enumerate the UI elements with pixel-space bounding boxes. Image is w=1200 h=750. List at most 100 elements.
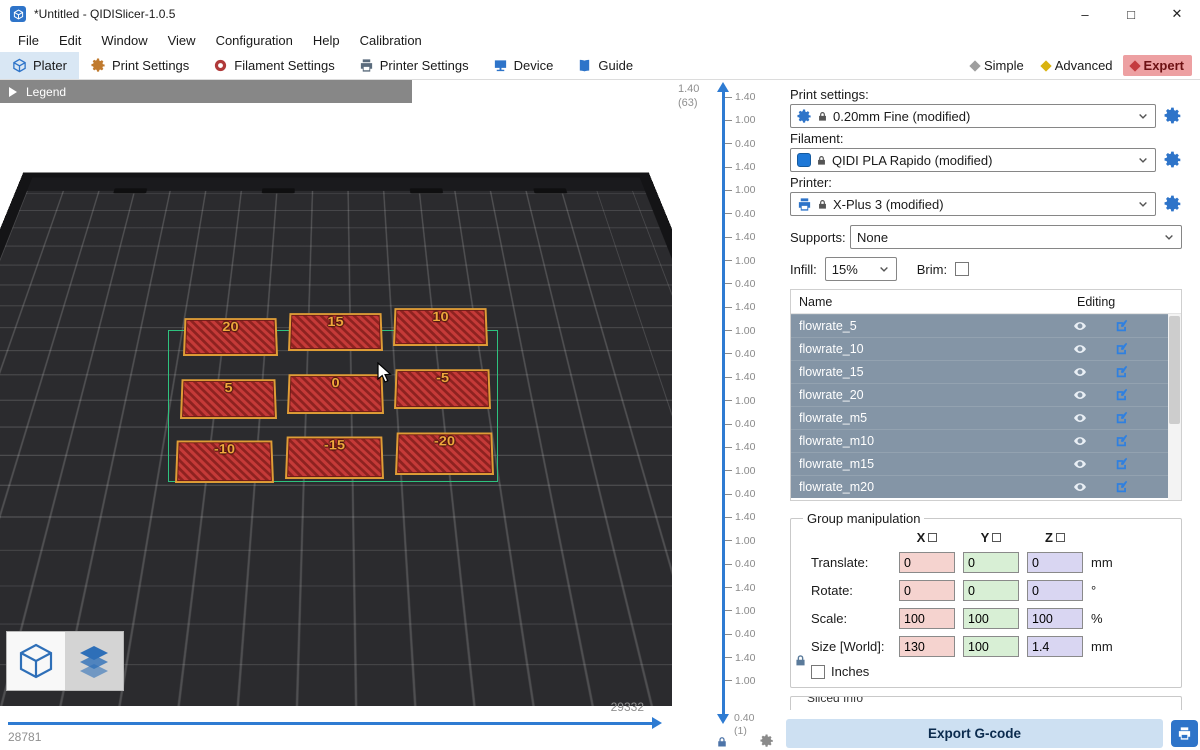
y-value-input[interactable] [963,636,1019,657]
tick-label: 1.40 [735,161,755,173]
brim-checkbox[interactable] [955,262,969,276]
menu-item[interactable]: View [158,31,206,50]
uniform-scale-lock-icon[interactable] [794,654,807,667]
infill-label: Infill: [790,262,817,277]
horizontal-slider-arrow[interactable] [652,717,662,729]
3d-viewport[interactable]: Legend 20 [0,80,672,750]
printer-combo[interactable]: X-Plus 3 (modified) [790,192,1156,216]
infill-combo[interactable]: 15% [825,257,897,281]
scrollbar-thumb[interactable] [1169,316,1180,424]
slider-lock-icon[interactable] [716,736,728,748]
tick-label: 0.40 [735,208,755,220]
3d-cube-icon [16,641,56,681]
object-name: flowrate_5 [791,319,1063,333]
menu-item[interactable]: Configuration [206,31,303,50]
x-value-input[interactable] [899,580,955,601]
mode-advanced[interactable]: Advanced [1034,55,1121,76]
object-list-row[interactable]: flowrate_5 [791,314,1181,337]
legend-bar[interactable]: Legend [0,80,412,103]
mode-simple[interactable]: Simple [963,55,1032,76]
tab-plater[interactable]: Plater [0,52,79,79]
tab-print-settings[interactable]: Print Settings [79,52,201,79]
name-column-header[interactable]: Name [791,295,1077,309]
maximize-button[interactable]: □ [1108,0,1154,28]
menu-item[interactable]: Edit [49,31,91,50]
manipulation-row-label: Translate: [799,555,891,570]
editing-column-header[interactable]: Editing [1077,295,1181,309]
layer-slider-down-arrow[interactable] [717,714,729,724]
object-list-row[interactable]: flowrate_m5 [791,406,1181,429]
infill-value: 15% [832,262,873,277]
y-value-input[interactable] [963,608,1019,629]
visibility-eye-icon[interactable] [1063,455,1097,473]
filament-combo[interactable]: QIDI PLA Rapido (modified) [790,148,1156,172]
menu-item[interactable]: Calibration [350,31,432,50]
supports-combo[interactable]: None [850,225,1182,249]
tick-mark [725,143,732,144]
x-value-input[interactable] [899,636,955,657]
object-list-scrollbar[interactable] [1168,314,1181,500]
export-gcode-button[interactable]: Export G-code [786,719,1163,748]
slider-settings-gear-icon[interactable] [760,734,774,748]
object-list-row[interactable]: flowrate_10 [791,337,1181,360]
y-axis-icon[interactable] [992,533,1001,542]
3d-editor-view-button[interactable] [7,632,65,690]
mode-expert[interactable]: Expert [1123,55,1192,76]
object-list-row[interactable]: flowrate_m15 [791,452,1181,475]
inches-checkbox[interactable] [811,665,825,679]
visibility-eye-icon[interactable] [1063,363,1097,381]
x-value-input[interactable] [899,608,955,629]
z-value-input[interactable] [1027,636,1083,657]
tick-mark [725,400,732,401]
manipulation-row-label: Size [World]: [799,639,891,654]
print-settings-combo[interactable]: 0.20mm Fine (modified) [790,104,1156,128]
tab-printer-settings[interactable]: Printer Settings [347,52,481,79]
horizontal-slider-track[interactable] [8,722,652,725]
visibility-eye-icon[interactable] [1063,432,1097,450]
preview-layers-view-button[interactable] [65,632,123,690]
x-value-input[interactable] [899,552,955,573]
minimize-button[interactable]: – [1062,0,1108,28]
print-profile-icon [797,109,812,124]
z-axis-icon[interactable] [1056,533,1065,542]
tab-label: Device [514,58,554,73]
lock-icon [817,199,828,210]
send-to-printer-button[interactable] [1171,720,1198,747]
object-list-row[interactable]: flowrate_m20 [791,475,1181,498]
menu-item[interactable]: Window [91,31,157,50]
tab-guide[interactable]: Guide [565,52,645,79]
bed-clip [262,188,295,193]
layer-slider-up-arrow[interactable] [717,82,729,92]
visibility-eye-icon[interactable] [1063,409,1097,427]
z-value-input[interactable] [1027,580,1083,601]
layer-tick: 0.40 [725,559,755,569]
upper-layer-number: (63) [678,96,699,110]
z-value-input[interactable] [1027,552,1083,573]
x-axis-icon[interactable] [928,533,937,542]
visibility-eye-icon[interactable] [1063,317,1097,335]
mode-label: Simple [984,58,1024,73]
unit-label: mm [1091,555,1117,570]
filament-gear-button[interactable] [1164,151,1182,169]
unit-label: mm [1091,639,1117,654]
visibility-eye-icon[interactable] [1063,340,1097,358]
menu-item[interactable]: Help [303,31,350,50]
tick-label: 1.00 [735,325,755,337]
menu-item[interactable]: File [8,31,49,50]
printer-gear-button[interactable] [1164,195,1182,213]
y-value-input[interactable] [963,552,1019,573]
visibility-eye-icon[interactable] [1063,478,1097,496]
layer-tick: 1.00 [725,326,755,336]
print-settings-gear-button[interactable] [1164,107,1182,125]
z-value-input[interactable] [1027,608,1083,629]
tab-device[interactable]: Device [481,52,566,79]
object-list-row[interactable]: flowrate_15 [791,360,1181,383]
object-list-row[interactable]: flowrate_m10 [791,429,1181,452]
tab-filament-settings[interactable]: Filament Settings [201,52,346,79]
y-value-input[interactable] [963,580,1019,601]
horizontal-move-slider[interactable]: 29332 28781 [0,690,672,750]
object-list-row[interactable]: flowrate_20 [791,383,1181,406]
visibility-eye-icon[interactable] [1063,386,1097,404]
app-window: *Untitled - QIDISlicer-1.0.5 – □ ✕ FileE… [0,0,1200,750]
close-button[interactable]: ✕ [1154,0,1200,28]
